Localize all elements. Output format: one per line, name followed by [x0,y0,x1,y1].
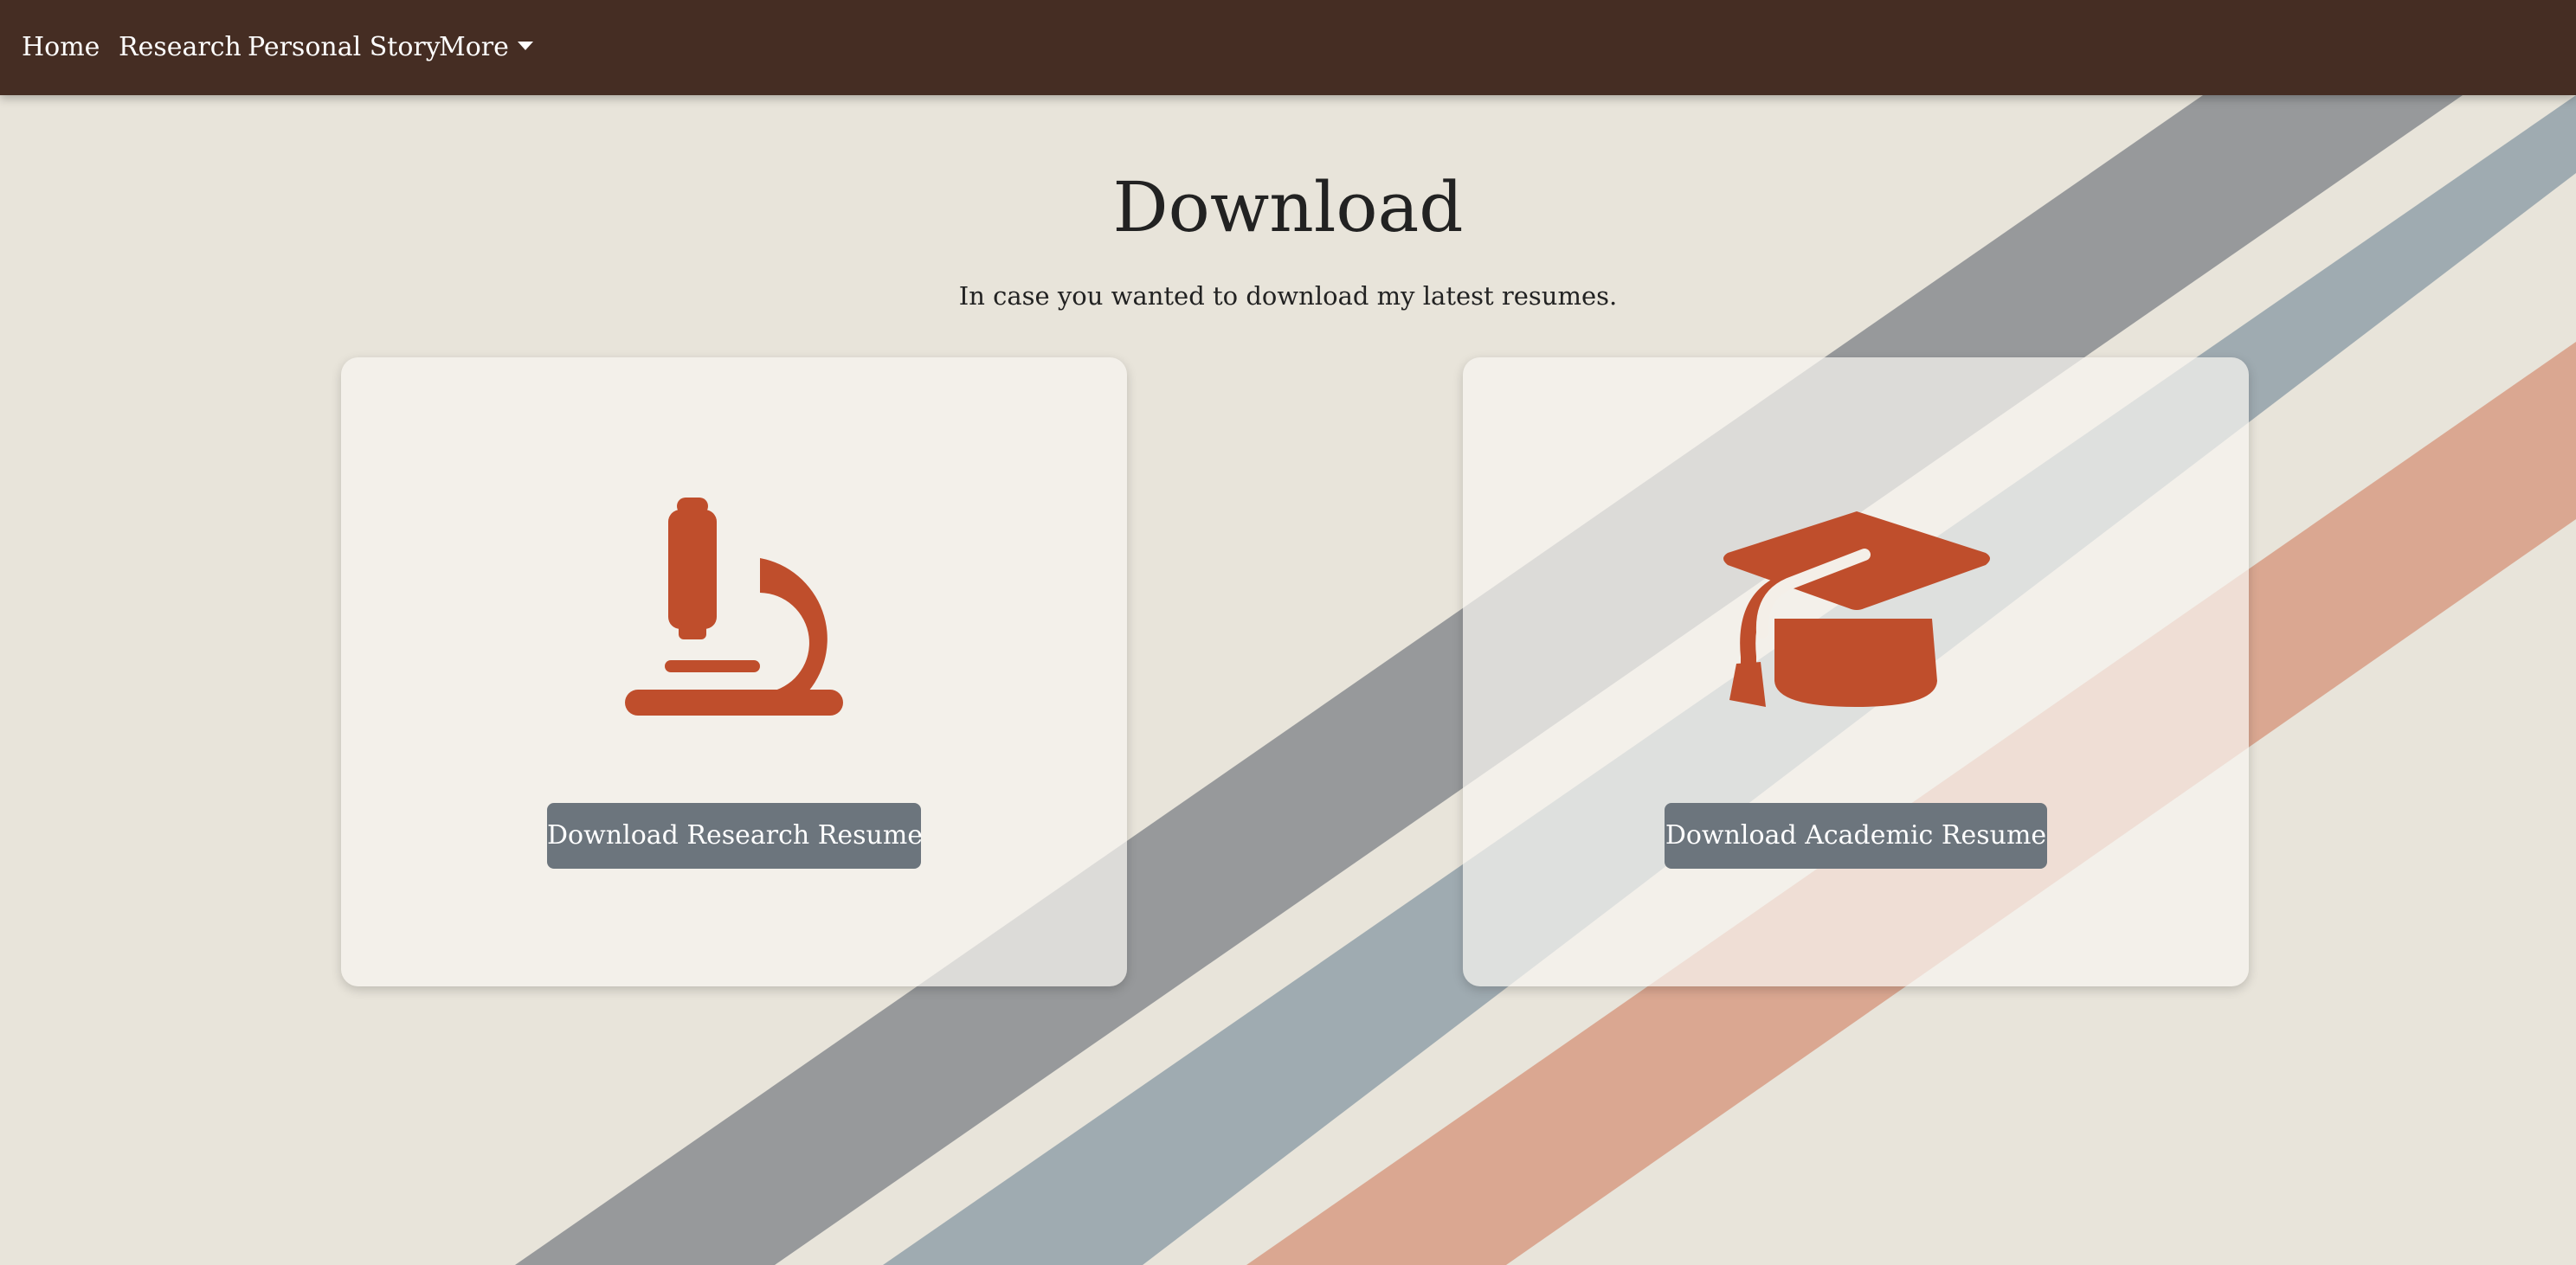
top-navbar: Home Research Personal Story More [0,0,2576,95]
page-title: Download [1112,167,1464,247]
graduation-cap-icon [1723,511,1990,707]
download-research-resume-button[interactable]: Download Research Resume [547,803,923,869]
nav-personal-story[interactable]: Personal Story [248,0,441,95]
page-subtitle: In case you wanted to download my latest… [958,281,1618,311]
microscope-icon [625,498,843,716]
nav-more-label: More [439,32,509,62]
research-resume-card: Download Research Resume [341,357,1127,986]
caret-down-icon [517,42,533,50]
academic-resume-card: Download Academic Resume [1463,357,2249,986]
nav-more-dropdown[interactable]: More [439,0,533,95]
nav-home[interactable]: Home [22,0,100,95]
download-academic-resume-button[interactable]: Download Academic Resume [1665,803,2047,869]
nav-research[interactable]: Research [119,0,242,95]
